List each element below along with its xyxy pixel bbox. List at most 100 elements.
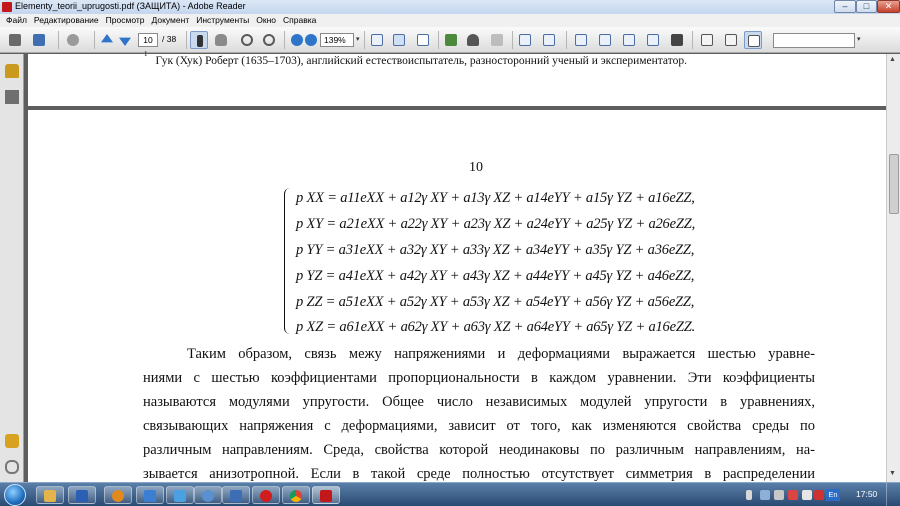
minimize-button[interactable]: –: [834, 0, 856, 13]
page-number-input[interactable]: 10: [138, 33, 158, 47]
view-icon: [519, 34, 531, 46]
taskbar-app[interactable]: [222, 486, 250, 504]
taskbar-app[interactable]: [136, 486, 164, 504]
taskbar-app[interactable]: [166, 486, 194, 504]
adobe-reader-icon: [2, 2, 12, 12]
toolbar-separator: [566, 31, 567, 49]
comment-button[interactable]: [442, 31, 460, 49]
highlight-button[interactable]: [488, 31, 506, 49]
fit-width-icon: [393, 34, 405, 46]
print-icon: [9, 34, 21, 46]
tray-app-icon[interactable]: [788, 490, 798, 500]
marquee-zoom-button[interactable]: [238, 31, 256, 49]
prev-page-button[interactable]: [98, 31, 116, 49]
zoom-in-icon: [263, 34, 275, 46]
taskbar-adobe-reader[interactable]: [312, 486, 340, 504]
start-button[interactable]: [4, 484, 26, 506]
rotate-right-button[interactable]: [722, 31, 740, 49]
rotate-left-icon: [701, 34, 713, 46]
hand-tool-button[interactable]: [212, 31, 230, 49]
next-page-button[interactable]: [116, 31, 134, 49]
monitor-icon[interactable]: [774, 490, 784, 500]
rotate-left-button[interactable]: [698, 31, 716, 49]
taskbar-media[interactable]: [104, 486, 132, 504]
scroll-thumb[interactable]: [889, 154, 899, 214]
zoom-level-input[interactable]: 139%: [320, 33, 354, 47]
back-button[interactable]: [64, 31, 82, 49]
single-page-button[interactable]: [414, 31, 432, 49]
comment-icon[interactable]: [5, 434, 19, 448]
flag-icon[interactable]: [814, 490, 824, 500]
vertical-scrollbar[interactable]: ▲ ▼: [886, 54, 900, 482]
full-screen-button[interactable]: [668, 31, 686, 49]
equation-row: p XX = a11eXX + a12γ XY + a13γ XZ + a14e…: [296, 190, 695, 206]
app-icon: [174, 490, 186, 502]
layout-icon: [575, 34, 587, 46]
layout-single-button[interactable]: [572, 31, 590, 49]
toolbar-separator: [284, 31, 285, 49]
hand-back-icon: [67, 34, 79, 46]
app-icon: [144, 490, 156, 502]
layout-two-continuous-button[interactable]: [644, 31, 662, 49]
show-desktop-button[interactable]: [886, 483, 900, 506]
lock-icon[interactable]: [5, 64, 19, 78]
taskbar-chrome[interactable]: [282, 486, 310, 504]
taskbar: En 17:50: [0, 482, 900, 506]
menu-bar: Файл Редактирование Просмотр Документ Ин…: [0, 14, 900, 27]
maximize-button[interactable]: □: [856, 0, 877, 13]
select-tool-button[interactable]: [190, 31, 208, 49]
save-button[interactable]: [30, 31, 48, 49]
menu-window[interactable]: Окно: [253, 14, 280, 27]
read-mode-button[interactable]: [744, 31, 762, 49]
network-icon[interactable]: [760, 490, 770, 500]
scroll-down-arrow[interactable]: ▼: [889, 470, 896, 477]
paragraph-line: называются модулями упругости. Общее чис…: [143, 394, 815, 410]
paragraph-line: зывается анизотропной. Если в такой сред…: [143, 466, 815, 482]
tool-a-button[interactable]: [516, 31, 534, 49]
zoom-in-button[interactable]: [302, 31, 320, 49]
paragraph-line: связывающих напряжения с деформациями, з…: [143, 418, 815, 434]
paragraph-line: различным направлениям. Среда, свойства …: [143, 442, 815, 458]
app-icon: [230, 490, 242, 502]
scroll-up-arrow[interactable]: ▲: [889, 56, 896, 63]
tool-b-button[interactable]: [540, 31, 558, 49]
close-button[interactable]: ✕: [877, 0, 900, 13]
show-hidden-icons-icon[interactable]: [746, 490, 752, 500]
volume-icon[interactable]: [802, 490, 812, 500]
paragraph-line: Таким образом, связь межу напряжениями и…: [187, 346, 815, 362]
layout-two-up-button[interactable]: [620, 31, 638, 49]
menu-tools[interactable]: Инструменты: [193, 14, 253, 27]
menu-file[interactable]: Файл: [3, 14, 31, 27]
taskbar-opera[interactable]: [252, 486, 280, 504]
save-icon: [33, 34, 45, 46]
clock[interactable]: 17:50: [856, 489, 877, 499]
adobe-reader-icon: [320, 490, 332, 502]
fit-width-button[interactable]: [390, 31, 408, 49]
stamp-button[interactable]: [464, 31, 482, 49]
search-dropdown-arrow[interactable]: ▾: [857, 35, 861, 43]
rotate-right-icon: [725, 34, 737, 46]
print-button[interactable]: [6, 31, 24, 49]
search-input[interactable]: [773, 33, 855, 48]
pages-icon[interactable]: [5, 90, 19, 104]
dynamic-zoom-button[interactable]: [260, 31, 278, 49]
equation-row: p XY = a21eXX + a22γ XY + a23γ XZ + a24e…: [296, 216, 695, 232]
language-indicator[interactable]: En: [826, 489, 840, 501]
layout-continuous-button[interactable]: [596, 31, 614, 49]
paragraph-line: ниями с шестью коэффициентами пропорцион…: [143, 370, 815, 386]
taskbar-word[interactable]: [68, 486, 96, 504]
fit-page-button[interactable]: [368, 31, 386, 49]
app-icon: [202, 490, 214, 502]
taskbar-explorer[interactable]: [36, 486, 64, 504]
zoom-dropdown-arrow[interactable]: ▾: [356, 35, 360, 43]
menu-view[interactable]: Просмотр: [103, 14, 149, 27]
footnote-text: Гук (Хук) Роберт (1635–1703), английский…: [155, 54, 688, 67]
taskbar-app[interactable]: [194, 486, 222, 504]
attachment-icon[interactable]: [5, 460, 19, 474]
menu-edit[interactable]: Редактирование: [31, 14, 103, 27]
footnote: 1 Гук (Хук) Роберт (1635–1703), английски…: [144, 50, 688, 67]
equation-row: p XZ = a61eXX + a62γ XY + a63γ XZ + a64e…: [296, 319, 695, 335]
menu-document[interactable]: Документ: [149, 14, 194, 27]
single-page-icon: [417, 34, 429, 46]
menu-help[interactable]: Справка: [280, 14, 320, 27]
